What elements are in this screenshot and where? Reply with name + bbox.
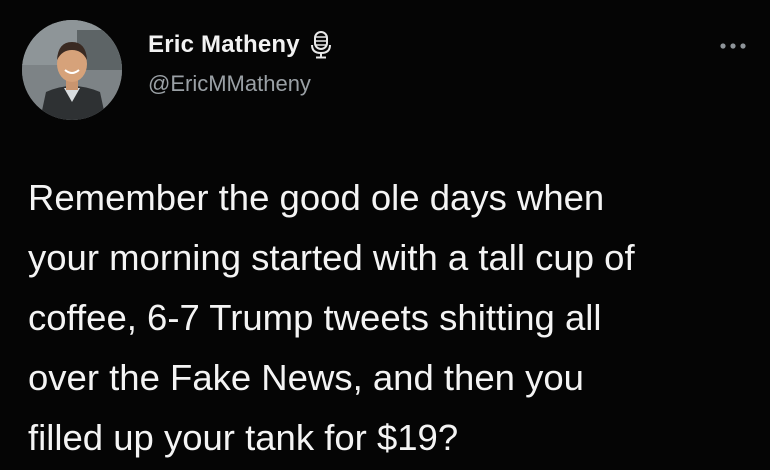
more-options-icon[interactable] xyxy=(718,38,748,49)
tweet-text-line: coffee, 6-7 Trump tweets shitting all xyxy=(28,297,602,338)
tweet-text-line: filled up your tank for $19? xyxy=(28,417,459,458)
author-handle[interactable]: @EricMMatheny xyxy=(148,71,311,97)
author-display-name[interactable]: Eric Matheny xyxy=(148,31,300,59)
tweet-card: Eric Matheny @EricMMatheny Remember the … xyxy=(0,0,770,470)
tweet-text-line: your morning started with a tall cup of xyxy=(28,237,635,278)
author-avatar[interactable] xyxy=(22,20,122,120)
tweet-text-line: over the Fake News, and then you xyxy=(28,357,584,398)
author-name-row: Eric Matheny xyxy=(148,31,332,59)
tweet-text-line: Remember the good ole days when xyxy=(28,177,605,218)
tweet-text: Remember the good ole days when your mor… xyxy=(28,168,748,468)
profile-photo-icon xyxy=(22,20,122,120)
microphone-icon xyxy=(310,31,332,59)
